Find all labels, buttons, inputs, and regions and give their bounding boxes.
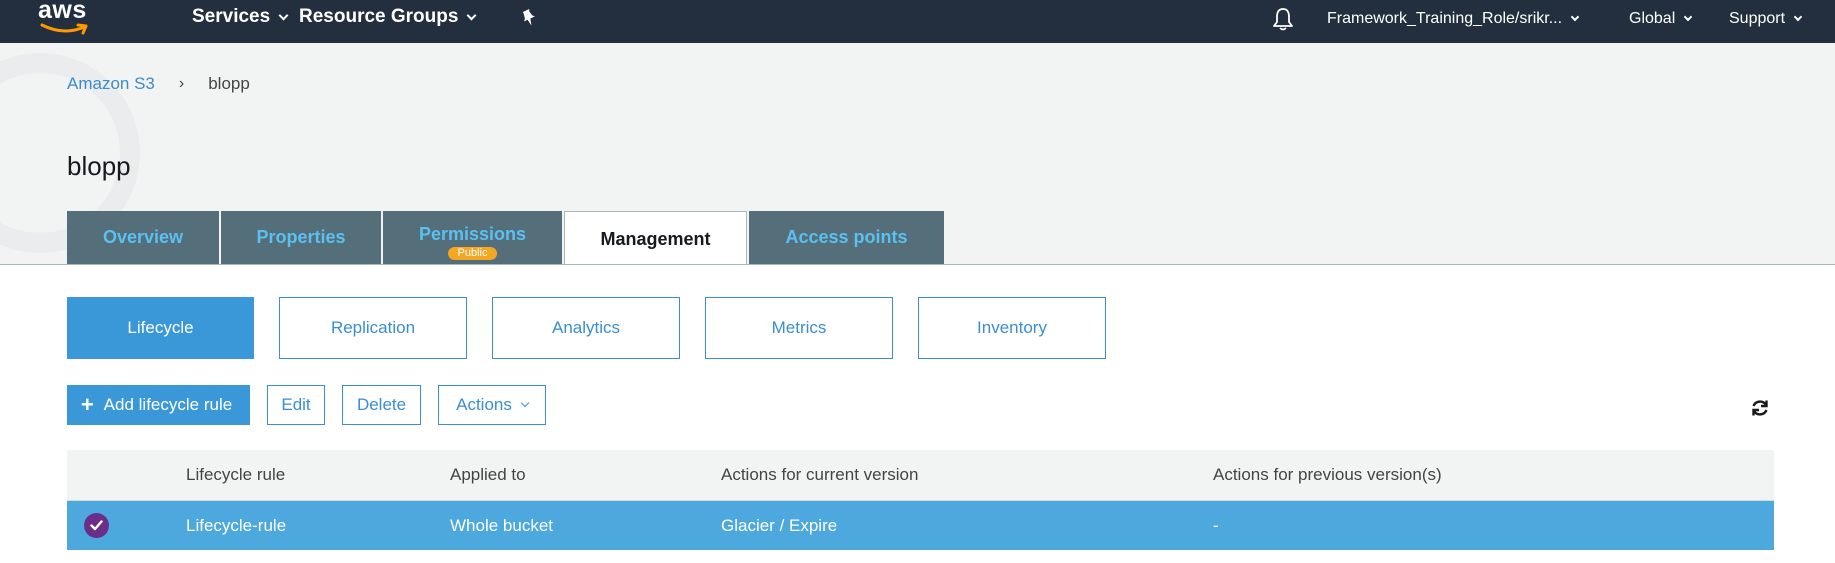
chevron-down-icon <box>466 10 477 20</box>
subtab-lifecycle[interactable]: Lifecycle <box>67 297 254 359</box>
top-navigation-bar: aws Services Resource Groups Framework_T… <box>0 0 1835 43</box>
region-label: Global <box>1629 10 1676 27</box>
resource-groups-label: Resource Groups <box>299 6 459 27</box>
services-menu[interactable]: Services <box>192 6 289 28</box>
add-lifecycle-rule-button[interactable]: + Add lifecycle rule <box>67 385 250 425</box>
bucket-tabs: Overview Properties Permissions Public M… <box>67 211 946 264</box>
chevron-down-icon <box>278 10 289 20</box>
row-select-cell[interactable] <box>67 501 186 550</box>
delete-label: Delete <box>356 395 407 414</box>
refresh-icon[interactable] <box>1750 398 1770 418</box>
tab-access-points[interactable]: Access points <box>749 211 944 264</box>
chevron-down-icon <box>520 398 530 408</box>
actions-dropdown[interactable]: Actions <box>438 385 546 425</box>
subtab-metrics-label: Metrics <box>771 318 827 337</box>
page-title: blopp <box>67 151 131 181</box>
support-menu[interactable]: Support <box>1729 10 1803 28</box>
subtab-inventory[interactable]: Inventory <box>918 297 1106 359</box>
selected-check-icon[interactable] <box>84 513 109 538</box>
management-subtabs: Lifecycle Replication Analytics Metrics … <box>67 297 1106 359</box>
lifecycle-toolbar: + Add lifecycle rule Edit Delete Actions <box>67 385 546 425</box>
chevron-down-icon <box>1570 12 1580 22</box>
actions-label: Actions <box>456 395 512 414</box>
subtab-analytics[interactable]: Analytics <box>492 297 680 359</box>
subtab-inventory-label: Inventory <box>977 318 1047 337</box>
tab-management[interactable]: Management <box>564 211 747 264</box>
region-menu[interactable]: Global <box>1629 10 1693 28</box>
resource-groups-menu[interactable]: Resource Groups <box>299 6 477 28</box>
support-label: Support <box>1729 10 1786 27</box>
breadcrumb: Amazon S3 › blopp <box>67 74 250 94</box>
header-actions-previous: Actions for previous version(s) <box>1213 465 1442 484</box>
table-row[interactable]: Lifecycle-rule Whole bucket Glacier / Ex… <box>67 501 1774 550</box>
header-select-column <box>67 450 186 500</box>
aws-logo[interactable]: aws <box>38 0 94 36</box>
tab-overview[interactable]: Overview <box>67 211 219 264</box>
edit-button[interactable]: Edit <box>267 385 325 425</box>
tab-permissions-label: Permissions <box>418 224 527 244</box>
header-lifecycle-rule: Lifecycle rule <box>186 465 286 484</box>
edit-label: Edit <box>281 395 311 414</box>
tab-properties[interactable]: Properties <box>221 211 381 264</box>
public-badge: Public <box>447 247 498 260</box>
aws-smile-icon <box>40 23 88 35</box>
subtab-metrics[interactable]: Metrics <box>705 297 893 359</box>
chevron-down-icon <box>1793 12 1803 22</box>
header-applied-to: Applied to <box>450 465 526 484</box>
subtab-lifecycle-label: Lifecycle <box>127 318 194 337</box>
breadcrumb-separator: › <box>178 75 185 92</box>
header-actions-current: Actions for current version <box>721 465 919 484</box>
cell-applied-to: Whole bucket <box>450 515 553 535</box>
checkmark-icon <box>90 520 103 531</box>
add-lifecycle-rule-label: Add lifecycle rule <box>103 395 233 414</box>
tab-permissions[interactable]: Permissions Public <box>383 211 562 264</box>
subtab-replication[interactable]: Replication <box>279 297 467 359</box>
bell-icon[interactable] <box>1272 6 1294 32</box>
breadcrumb-current: blopp <box>208 74 250 93</box>
table-header: Lifecycle rule Applied to Actions for cu… <box>67 450 1774 501</box>
account-menu[interactable]: Framework_Training_Role/srikr... <box>1327 10 1580 28</box>
plus-icon: + <box>80 392 94 417</box>
delete-button[interactable]: Delete <box>342 385 421 425</box>
cell-lifecycle-rule: Lifecycle-rule <box>186 515 287 535</box>
tab-management-label: Management <box>600 228 711 249</box>
tab-access-points-label: Access points <box>785 227 908 247</box>
bucket-header: Amazon S3 › blopp blopp Overview Propert… <box>0 43 1835 265</box>
breadcrumb-amazon-s3-link[interactable]: Amazon S3 <box>67 74 155 94</box>
chevron-down-icon <box>1684 12 1693 22</box>
account-label: Framework_Training_Role/srikr... <box>1327 10 1563 27</box>
tab-overview-label: Overview <box>102 227 184 247</box>
cell-actions-previous: - <box>1213 515 1219 535</box>
services-label: Services <box>192 6 271 27</box>
lifecycle-rules-table: Lifecycle rule Applied to Actions for cu… <box>67 450 1774 550</box>
cell-actions-current: Glacier / Expire <box>721 515 838 535</box>
subtab-analytics-label: Analytics <box>551 318 621 337</box>
pin-icon[interactable] <box>520 8 538 28</box>
tab-properties-label: Properties <box>256 227 346 247</box>
subtab-replication-label: Replication <box>330 318 416 337</box>
